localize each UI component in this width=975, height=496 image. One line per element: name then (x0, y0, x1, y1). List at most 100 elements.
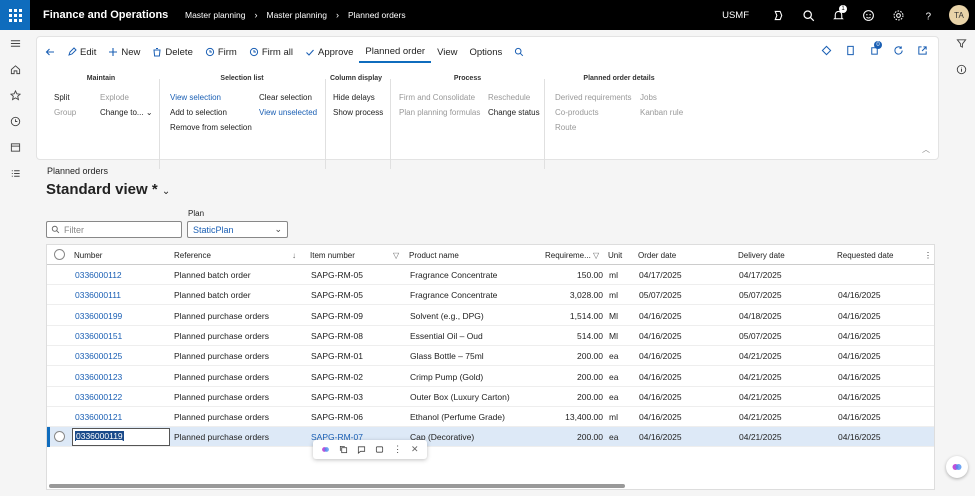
app-launcher-button[interactable] (0, 0, 30, 30)
breadcrumb-item[interactable]: Master planning (185, 10, 245, 20)
cell-number[interactable]: 0336000123 (75, 372, 122, 382)
column-header-delivery-date[interactable]: Delivery date (738, 251, 785, 260)
filter-funnel-icon[interactable]: ▽ (593, 251, 599, 260)
column-header-requested-date[interactable]: Requested date (837, 251, 894, 260)
table-row[interactable]: 0336000119 Planned purchase orders SAPG-RM… (47, 427, 934, 448)
column-header-product-name[interactable]: Product name (409, 251, 459, 260)
column-header-unit[interactable]: Unit (608, 251, 622, 260)
cell-number[interactable]: 0336000111 (75, 290, 121, 300)
firm-icon (205, 47, 214, 57)
gear-icon[interactable] (883, 0, 913, 30)
kanban-rule-button: Kanban rule (640, 108, 684, 117)
company-picker[interactable]: USMF (722, 10, 749, 21)
app-title[interactable]: Finance and Operations (43, 9, 168, 21)
cell-delivery-date: 05/07/2025 (739, 290, 782, 301)
more-vertical-icon[interactable]: ⋮ (924, 251, 932, 260)
comment-icon[interactable] (357, 445, 366, 454)
action-search-button[interactable] (508, 41, 530, 63)
show-process-button[interactable]: Show process (333, 105, 383, 120)
new-button[interactable]: New (102, 41, 146, 63)
reschedule-button: Reschedule (488, 93, 531, 102)
change-to-button[interactable]: Change to... ⌄ (100, 105, 153, 120)
tab-view[interactable]: View (431, 41, 463, 63)
select-all-radio[interactable] (54, 249, 65, 260)
add-to-selection-button[interactable]: Add to selection (170, 105, 252, 120)
table-row[interactable]: 0336000112 Planned batch order SAPG-RM-05 F… (47, 265, 934, 285)
cell-number[interactable]: 0336000122 (75, 392, 122, 402)
chevron-right-icon: › (254, 10, 258, 20)
table-row[interactable]: 0336000151 Planned purchase orders SAPG-RM… (47, 326, 934, 346)
attachments-icon[interactable]: 0 (864, 41, 884, 59)
view-unselected-button[interactable]: View unselected (259, 105, 317, 120)
help-icon[interactable]: ? (913, 0, 943, 30)
breadcrumb-item[interactable]: Master planning (266, 10, 326, 20)
group-process: Process (395, 75, 540, 90)
tab-options[interactable]: Options (464, 41, 509, 63)
notification-icon[interactable]: 1 (823, 0, 853, 30)
hamburger-menu-icon[interactable] (0, 30, 30, 56)
workspace-icon[interactable] (0, 134, 30, 160)
cell-number[interactable]: 0336000121 (75, 412, 122, 422)
cell-number[interactable]: 0336000112 (75, 270, 122, 280)
row-select-radio[interactable] (54, 431, 65, 443)
filter-funnel-icon[interactable] (947, 30, 975, 56)
more-vertical-icon[interactable]: ⋮ (393, 444, 402, 455)
info-icon[interactable] (947, 56, 975, 82)
delete-button[interactable]: Delete (146, 41, 198, 63)
tab-planned-order[interactable]: Planned order (359, 41, 432, 63)
back-button[interactable] (39, 41, 61, 63)
cell-requirement: 200.00 (577, 371, 603, 382)
clear-selection-button[interactable]: Clear selection (259, 90, 317, 105)
clock-icon[interactable] (0, 108, 30, 134)
open-new-window-icon[interactable] (912, 41, 932, 59)
view-selection-button[interactable]: View selection (170, 90, 252, 105)
firm-all-button[interactable]: Firm all (243, 41, 299, 63)
table-row[interactable]: 0336000122 Planned purchase orders SAPG-RM… (47, 387, 934, 407)
change-status-button[interactable]: Change status (488, 105, 540, 120)
avatar[interactable]: TA (949, 5, 969, 25)
hide-delays-button[interactable]: Hide delays (333, 90, 383, 105)
column-header-requirement[interactable]: Requireme... (545, 251, 591, 260)
cell-number[interactable]: 0336000199 (75, 311, 122, 321)
cell-product-name: Fragrance Concentrate (410, 290, 498, 301)
remove-from-selection-button[interactable]: Remove from selection (170, 120, 252, 135)
refresh-icon[interactable] (888, 41, 908, 59)
filter-input[interactable]: Filter (46, 221, 182, 238)
cell-number[interactable]: 0336000151 (75, 331, 122, 341)
cell-number[interactable]: 0336000125 (75, 351, 122, 361)
split-button[interactable]: Split (54, 90, 76, 105)
column-header-reference[interactable]: Reference (174, 251, 211, 260)
column-header-number[interactable]: Number (74, 251, 102, 260)
view-selector[interactable]: Standard view * ⌄ (46, 181, 170, 198)
star-icon[interactable] (0, 82, 30, 108)
approve-button[interactable]: Approve (299, 41, 359, 63)
close-icon[interactable]: ✕ (411, 444, 419, 455)
horizontal-scrollbar[interactable] (49, 484, 625, 488)
copilot-chat-button[interactable] (946, 456, 968, 478)
home-icon[interactable] (0, 56, 30, 82)
power-apps-icon[interactable] (816, 41, 836, 59)
copilot-icon[interactable] (763, 0, 793, 30)
table-row[interactable]: 0336000125 Planned purchase orders SAPG-RM… (47, 346, 934, 367)
cell-requested-date: 04/16/2025 (838, 290, 881, 301)
plan-select[interactable]: StaticPlan ⌄ (187, 221, 288, 238)
edit-button[interactable]: Edit (61, 41, 102, 63)
firm-button[interactable]: Firm (199, 41, 243, 63)
office-icon[interactable] (840, 41, 860, 59)
feedback-smiley-icon[interactable] (853, 0, 883, 30)
table-row[interactable]: 0336000111 Planned batch order SAPG-RM-05 F… (47, 285, 934, 306)
filter-funnel-icon[interactable]: ▽ (393, 251, 399, 260)
message-icon[interactable] (375, 445, 384, 454)
table-row[interactable]: 0336000199 Planned purchase orders SAPG-RM… (47, 306, 934, 326)
table-row[interactable]: 0336000123 Planned purchase orders SAPG-RM… (47, 367, 934, 387)
column-header-order-date[interactable]: Order date (638, 251, 676, 260)
modules-list-icon[interactable] (0, 160, 30, 186)
breadcrumb-item[interactable]: Planned orders (348, 10, 406, 20)
number-edit-field[interactable]: 0336000119 (72, 428, 170, 447)
search-icon[interactable] (793, 0, 823, 30)
copy-icon[interactable] (339, 445, 348, 454)
collapse-chevron-up-icon[interactable]: ︿ (922, 144, 930, 155)
column-header-item-number[interactable]: Item number (310, 251, 355, 260)
copilot-icon[interactable] (321, 445, 330, 454)
table-row[interactable]: 0336000121 Planned purchase orders SAPG-RM… (47, 407, 934, 428)
